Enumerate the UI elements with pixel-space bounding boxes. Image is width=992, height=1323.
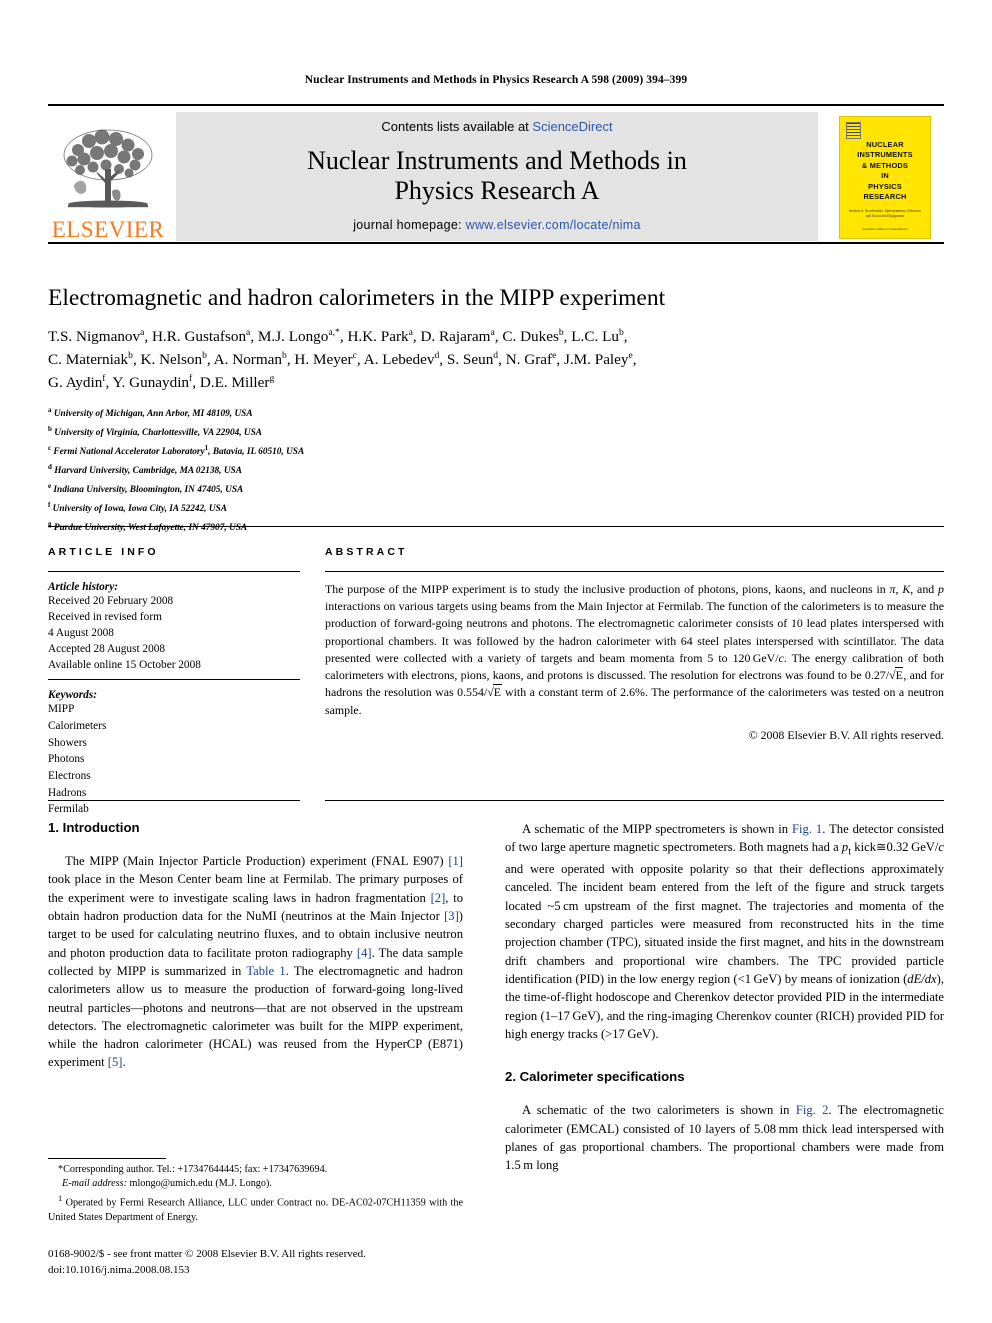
author-list: T.S. Nigmanova, H.R. Gustafsona, M.J. Lo…	[48, 326, 637, 392]
keyword-item: Hadrons	[48, 786, 87, 799]
homepage-prefix: journal homepage:	[353, 218, 466, 232]
elsevier-wordmark: ELSEVIER	[51, 217, 165, 242]
history-revised-date: 4 August 2008	[48, 627, 114, 640]
doi-line: doi:10.1016/j.nima.2008.08.153	[48, 1264, 190, 1277]
keywords-divider	[48, 679, 300, 681]
cover-subtitle: Section A: Accelerators, Spectrometers, …	[849, 208, 921, 218]
footnote-corresponding-author: *Corresponding author. Tel.: +1734764444…	[58, 1164, 328, 1175]
affiliation-list: a University of Michigan, Ann Arbor, MI …	[48, 406, 305, 534]
article-history-label: Article history:	[48, 581, 118, 593]
journal-masthead: ELSEVIER Contents lists available at Sci…	[48, 104, 944, 244]
journal-title-line1: Nuclear Instruments and Methods in	[307, 146, 687, 176]
abstract-label: ABSTRACT	[325, 546, 408, 558]
sciencedirect-link[interactable]: ScienceDirect	[532, 119, 612, 134]
article-info-block: ARTICLE INFO Article history: Received 2…	[48, 546, 300, 818]
section-heading-introduction: 1. Introduction	[48, 820, 140, 835]
paragraph-spectrometer: A schematic of the MIPP spectrometers is…	[505, 822, 944, 1041]
keywords-label: Keywords:	[48, 689, 97, 702]
journal-homepage-line: journal homepage: www.elsevier.com/locat…	[353, 218, 641, 232]
issn-block: 0168-9002/$ - see front matter © 2008 El…	[48, 1246, 463, 1278]
article-info-divider	[48, 571, 300, 572]
running-head: Nuclear Instruments and Methods in Physi…	[304, 74, 688, 86]
history-online: Available online 15 October 2008	[48, 659, 201, 672]
paragraph-calorimeter: A schematic of the two calorimeters is s…	[505, 1103, 944, 1173]
section-heading-calorimeter-specifications: 2. Calorimeter specifications	[505, 1069, 685, 1085]
elsevier-logo: ELSEVIER	[48, 109, 168, 245]
keyword-item: Photons	[48, 753, 85, 766]
journal-cover-thumbnail: NUCLEAR INSTRUMENTS & METHODS IN PHYSICS…	[826, 109, 944, 245]
contents-prefix: Contents lists available at	[381, 119, 533, 134]
cover-title-text: NUCLEAR INSTRUMENTS & METHODS IN PHYSICS…	[857, 139, 913, 202]
history-revised-label: Received in revised form	[48, 611, 162, 624]
footnote-operated-by: 1 Operated by Fermi Research Alliance, L…	[48, 1192, 463, 1223]
page-title: Electromagnetic and hadron calorimeters …	[48, 285, 666, 311]
keyword-item: Showers	[48, 736, 87, 749]
homepage-url-link[interactable]: www.elsevier.com/locate/nima	[466, 218, 641, 232]
issn-line: 0168-9002/$ - see front matter © 2008 El…	[48, 1248, 366, 1260]
paragraph-introduction: The MIPP (Main Injector Particle Product…	[48, 854, 464, 1070]
journal-title: Nuclear Instruments and Methods in Physi…	[307, 146, 687, 205]
keyword-item: Fermilab	[48, 803, 89, 816]
keyword-item: MIPP	[48, 703, 75, 716]
keyword-item: Electrons	[48, 770, 91, 783]
abstract-bottom-divider	[325, 800, 944, 801]
cover-image: NUCLEAR INSTRUMENTS & METHODS IN PHYSICS…	[839, 115, 931, 239]
footnote-block: *Corresponding author. Tel.: +1734764444…	[48, 1163, 463, 1225]
paper-page: Nuclear Instruments and Methods in Physi…	[0, 0, 992, 1323]
footnote-email: E-mail address: mlongo@umich.edu (M.J. L…	[62, 1178, 272, 1190]
footnote-divider	[48, 1158, 166, 1159]
journal-title-line2: Physics Research A	[394, 176, 600, 205]
abstract-text: The purpose of the MIPP experiment is to…	[325, 582, 945, 717]
history-accepted: Accepted 28 August 2008	[48, 643, 166, 656]
masthead-center-band: Contents lists available at ScienceDirec…	[176, 112, 818, 241]
abstract-block: ABSTRACT The purpose of the MIPP experim…	[325, 546, 944, 743]
contents-lists-line: Contents lists available at ScienceDirec…	[381, 119, 612, 134]
body-column-left: 1. Introduction The MIPP (Main Injector …	[48, 820, 463, 1072]
abstract-divider	[325, 571, 944, 572]
body-column-right: A schematic of the MIPP spectrometers is…	[505, 820, 944, 1174]
elsevier-tree-icon	[63, 129, 153, 208]
article-info-label: ARTICLE INFO	[48, 546, 159, 558]
abstract-copyright: © 2008 Elsevier B.V. All rights reserved…	[748, 727, 944, 742]
cover-footer-text: Available online at ScienceDirect	[862, 226, 908, 231]
info-top-divider	[48, 526, 944, 527]
cover-mini-logo-icon	[846, 121, 861, 139]
history-received: Received 20 February 2008	[48, 595, 174, 607]
keyword-item: Calorimeters	[48, 719, 107, 732]
